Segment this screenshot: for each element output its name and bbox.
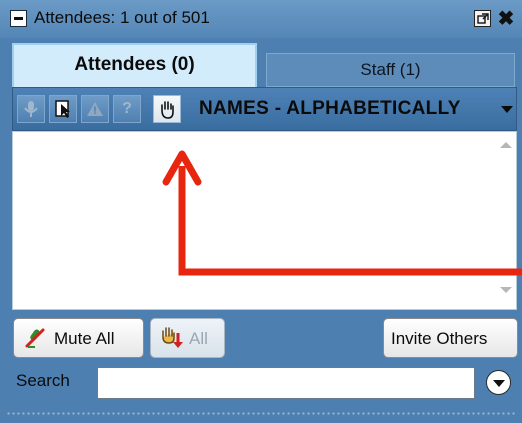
lower-all-label: All (189, 329, 208, 348)
minus-icon[interactable] (10, 10, 27, 27)
list-scrollbar[interactable] (496, 132, 516, 309)
chevron-down-icon[interactable] (501, 106, 513, 113)
attendee-toolbar: ! ? NAMES - ALPHABETICALLY (12, 87, 517, 131)
tab-staff[interactable]: Staff (1) (266, 53, 515, 87)
search-input[interactable] (97, 367, 475, 399)
attendee-list[interactable] (12, 131, 517, 310)
invite-others-label: Invite Others (391, 329, 488, 348)
popout-icon[interactable] (474, 10, 491, 27)
mute-all-label: Mute All (54, 329, 115, 348)
mute-all-button[interactable]: Mute All (13, 318, 144, 358)
microphone-icon[interactable] (17, 95, 45, 123)
question-glyph: ? (122, 100, 132, 117)
panel-title-bar[interactable]: Attendees: 1 out of 501 ✖ (0, 0, 522, 38)
invite-others-button[interactable]: Invite Others (383, 318, 518, 358)
panel-title: Attendees: 1 out of 501 (34, 8, 210, 27)
attendees-panel: Attendees: 1 out of 501 ✖ Attendees (0) … (0, 0, 522, 423)
scroll-down-icon[interactable] (500, 287, 512, 293)
resize-grip[interactable] (6, 411, 516, 417)
question-icon[interactable]: ? (113, 95, 141, 123)
tab-attendees[interactable]: Attendees (0) (12, 43, 257, 87)
mute-microphone-icon (25, 328, 45, 348)
sort-dropdown-label[interactable]: NAMES - ALPHABETICALLY (199, 88, 461, 130)
lower-all-hands-button[interactable]: All (150, 318, 225, 358)
raise-hand-icon[interactable] (153, 95, 181, 123)
close-icon[interactable]: ✖ (496, 9, 516, 29)
alert-glyph: ! (93, 105, 97, 117)
scroll-up-icon[interactable] (500, 142, 512, 148)
lower-hand-icon (162, 327, 183, 348)
alert-icon[interactable]: ! (81, 95, 109, 123)
chevron-down-circle-icon[interactable] (486, 370, 511, 395)
pointer-icon[interactable] (49, 95, 77, 123)
search-label: Search (16, 371, 70, 390)
